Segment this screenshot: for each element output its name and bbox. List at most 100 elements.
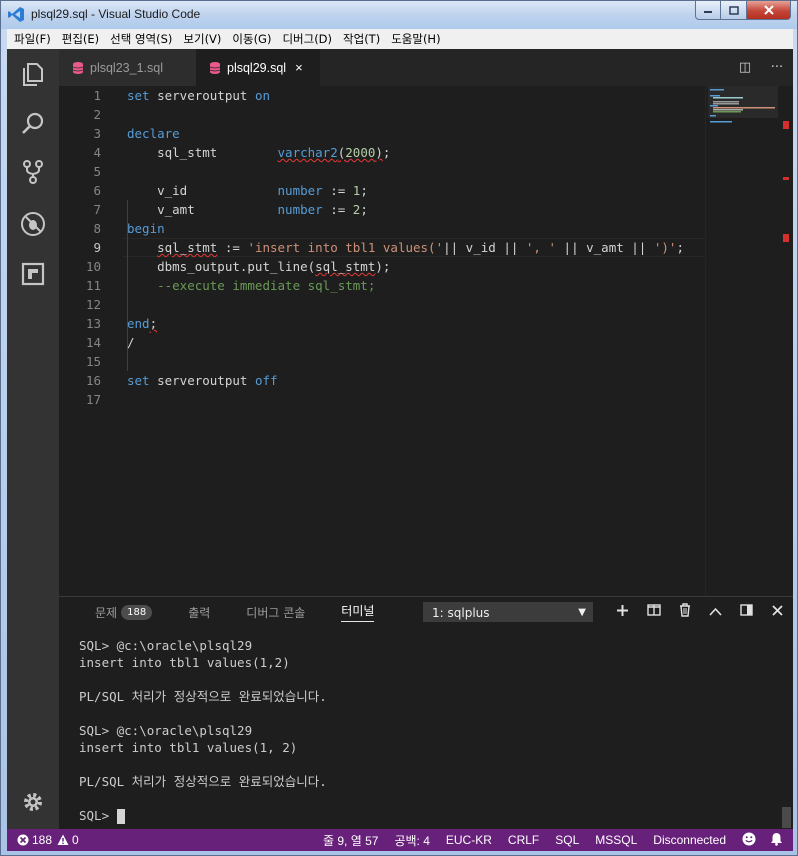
menu-go[interactable]: 이동(G) xyxy=(232,31,271,47)
code-line: 14/ xyxy=(85,335,135,350)
explorer-icon[interactable] xyxy=(20,61,46,87)
menu-edit[interactable]: 편집(E) xyxy=(62,31,99,47)
code-line: 5 xyxy=(93,164,101,179)
terminal-line: insert into tbl1 values(1,2) xyxy=(79,655,290,670)
window-controls xyxy=(695,1,791,20)
maximize-button[interactable] xyxy=(721,1,747,20)
tab-debug-console[interactable]: 디버그 콘솔 xyxy=(246,604,305,621)
error-marker xyxy=(783,234,789,242)
feedback-smiley-icon[interactable] xyxy=(742,832,756,849)
menu-debug[interactable]: 디버그(D) xyxy=(282,31,332,47)
tab-label: plsql29.sql xyxy=(227,60,287,75)
code-line: 7 v_amt number := 2; xyxy=(93,202,368,217)
dropdown-arrow-icon: ▼ xyxy=(578,607,586,618)
menu-view[interactable]: 보기(V) xyxy=(183,31,221,47)
code-line: 11 --execute immediate sql_stmt; xyxy=(85,278,376,293)
close-window-button[interactable] xyxy=(747,1,791,20)
menu-file[interactable]: 파일(F) xyxy=(14,31,51,47)
database-icon xyxy=(73,61,83,74)
minimap[interactable] xyxy=(705,86,781,596)
menu-help[interactable]: 도움말(H) xyxy=(391,31,440,47)
code-line: 15 xyxy=(85,354,101,369)
editor-tabs: plsql23_1.sql plsql29.sql × ◫ ··· xyxy=(59,49,793,86)
search-icon[interactable] xyxy=(20,111,46,137)
error-marker xyxy=(783,121,789,129)
status-bar: 188 0 줄 9, 열 57 공백: 4 EUC-KR CRLF SQL MS… xyxy=(7,829,793,851)
notification-bell-icon[interactable] xyxy=(770,832,783,849)
tab-close-icon[interactable]: × xyxy=(295,60,303,75)
window-title: plsql29.sql - Visual Studio Code xyxy=(31,7,201,21)
terminal-prompt-line: SQL> xyxy=(79,807,779,824)
maximize-icon xyxy=(728,5,739,15)
menu-selection[interactable]: 선택 영역(S) xyxy=(110,31,172,47)
extensions-icon[interactable] xyxy=(20,261,46,287)
tab-label: plsql23_1.sql xyxy=(90,60,163,75)
close-icon xyxy=(763,5,774,15)
close-panel-icon[interactable] xyxy=(762,604,793,620)
database-icon xyxy=(210,61,220,74)
terminal-line: SQL> @c:\oracle\plsql29 xyxy=(79,638,253,653)
chevron-up-icon[interactable] xyxy=(700,604,731,620)
panel-actions xyxy=(607,597,793,627)
warning-count: 0 xyxy=(72,833,79,847)
trash-icon[interactable] xyxy=(669,603,700,621)
terminal-scrollbar[interactable] xyxy=(782,807,791,828)
error-icon xyxy=(17,834,29,846)
code-line: 2 xyxy=(93,107,101,122)
connection-status[interactable]: Disconnected xyxy=(653,833,726,847)
new-terminal-icon[interactable] xyxy=(607,604,638,621)
terminal-cursor xyxy=(116,809,125,824)
tab-problems[interactable]: 문제 188 xyxy=(95,604,153,621)
vscode-logo-icon xyxy=(8,7,24,22)
tab-output[interactable]: 출력 xyxy=(188,604,210,621)
terminal-select[interactable]: 1: sqlplus ▼ xyxy=(423,602,593,622)
code-line: 8 begin xyxy=(93,221,165,236)
code-line: 10 dbms_output.put_line(sql_stmt); xyxy=(85,259,391,274)
tab-plsql23-1[interactable]: plsql23_1.sql xyxy=(59,49,196,86)
editor-scrollbar[interactable] xyxy=(781,86,793,596)
minimize-button[interactable] xyxy=(695,1,721,20)
status-right: 줄 9, 열 57 공백: 4 EUC-KR CRLF SQL MSSQL Di… xyxy=(323,829,793,851)
split-terminal-icon[interactable] xyxy=(638,604,669,620)
source-control-icon[interactable] xyxy=(20,159,46,185)
code-line: 6 v_id number := 1; xyxy=(93,183,368,198)
tab-terminal[interactable]: 터미널 xyxy=(341,602,375,622)
code-editor[interactable]: 1 set serveroutput on 2 3 declare 4 sql_st… xyxy=(59,86,705,596)
code-line: 4 sql_stmt varchar2(2000); xyxy=(93,145,391,160)
vscode-window: plsql23_1.sql plsql29.sql × ◫ ··· 1 set … xyxy=(7,49,793,851)
code-line: 1 set serveroutput on xyxy=(93,88,270,103)
code-line: 9 sql_stmt := 'insert into tbl1 values('… xyxy=(93,240,684,255)
title-bar[interactable]: plsql29.sql - Visual Studio Code xyxy=(1,1,797,29)
code-line: 12 xyxy=(85,297,101,312)
cursor-position[interactable]: 줄 9, 열 57 xyxy=(323,832,378,849)
tab-plsql29[interactable]: plsql29.sql × xyxy=(196,49,320,86)
minimap-preview xyxy=(708,86,778,123)
eol-status[interactable]: CRLF xyxy=(508,833,539,847)
terminal-line: PL/SQL 처리가 정상적으로 완료되었습니다. xyxy=(79,774,327,789)
error-count: 188 xyxy=(32,833,53,847)
more-actions-icon[interactable]: ··· xyxy=(761,60,793,75)
code-line: 17 xyxy=(85,392,101,407)
terminal-line: PL/SQL 처리가 정상적으로 완료되었습니다. xyxy=(79,689,327,704)
window-frame: plsql29.sql - Visual Studio Code 파일(F) 편… xyxy=(0,0,798,856)
debug-icon[interactable] xyxy=(20,211,46,237)
maximize-panel-icon[interactable] xyxy=(731,604,762,620)
terminal-line: SQL> @c:\oracle\plsql29 xyxy=(79,723,253,738)
indentation-status[interactable]: 공백: 4 xyxy=(394,832,429,849)
terminal-output[interactable]: SQL> @c:\oracle\plsql29 insert into tbl1… xyxy=(79,637,779,824)
problems-status[interactable]: 188 0 xyxy=(7,833,79,847)
connection-type[interactable]: MSSQL xyxy=(595,833,637,847)
code-line: 13 end; xyxy=(85,316,158,331)
code-line: 3 declare xyxy=(93,126,180,141)
menu-tasks[interactable]: 작업(T) xyxy=(343,31,380,47)
encoding-status[interactable]: EUC-KR xyxy=(446,833,492,847)
split-editor-icon[interactable]: ◫ xyxy=(729,60,761,75)
language-mode[interactable]: SQL xyxy=(555,833,579,847)
activity-bar xyxy=(7,49,59,829)
code-line: 16 set serveroutput off xyxy=(85,373,278,388)
terminal-prompt: SQL> xyxy=(79,808,117,823)
settings-gear-icon[interactable] xyxy=(22,791,44,813)
